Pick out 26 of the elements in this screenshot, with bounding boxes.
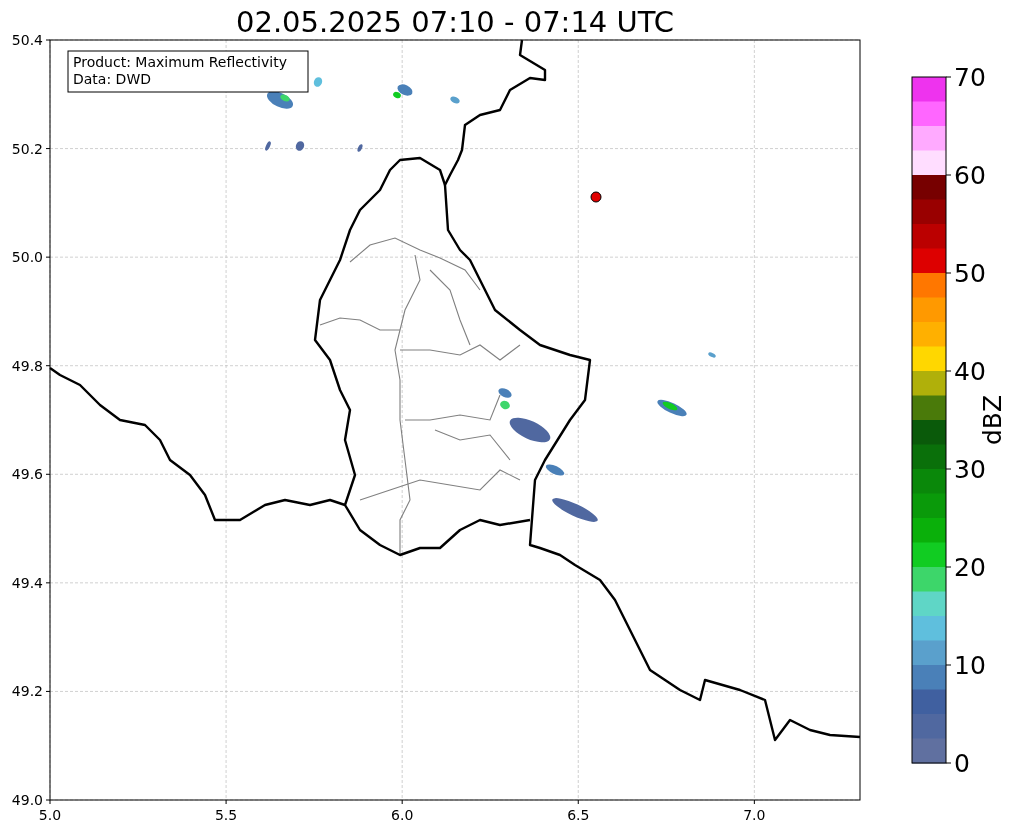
colorbar-tick-label: 10 xyxy=(954,651,986,680)
y-tick-label: 50.2 xyxy=(11,140,43,157)
x-tick-label: 5.0 xyxy=(38,807,62,823)
y-tick-label: 49.2 xyxy=(11,683,43,700)
x-tick-label: 6.0 xyxy=(391,807,414,823)
chart-title: 02.05.2025 07:10 - 07:14 UTC xyxy=(235,4,675,30)
legend-text: Data: DWD xyxy=(73,71,151,87)
x-tick-label: 6.5 xyxy=(567,807,590,823)
legend-text: Product: Maximum Reflectivity xyxy=(73,54,287,70)
colorbar-tick-label: 50 xyxy=(954,259,986,288)
colorbar-tick-label: 20 xyxy=(954,553,986,582)
y-tick-label: 50.4 xyxy=(11,32,43,48)
colorbar-label: dBZ xyxy=(978,394,1007,446)
colorbar-tick-label: 40 xyxy=(954,357,986,386)
colorbar-tick-label: 30 xyxy=(954,455,986,484)
colorbar-tick-label: 60 xyxy=(954,161,986,190)
y-tick-label: 49.0 xyxy=(11,792,43,808)
y-tick-label: 49.4 xyxy=(11,574,43,591)
y-tick-label: 50.0 xyxy=(11,249,43,266)
y-tick-label: 49.6 xyxy=(11,466,43,483)
colorbar-tick-label: 0 xyxy=(954,749,970,778)
location-marker xyxy=(590,191,602,203)
y-tick-label: 49.8 xyxy=(11,357,43,374)
x-tick-label: 5.5 xyxy=(214,807,238,823)
x-tick-label: 7.0 xyxy=(743,807,766,823)
colorbar-tick-label: 70 xyxy=(954,63,986,92)
